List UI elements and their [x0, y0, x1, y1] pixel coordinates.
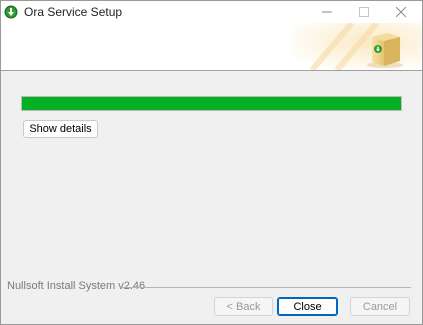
progress-fill: [22, 97, 401, 110]
header-divider: [1, 70, 422, 71]
minimize-icon: [322, 11, 332, 13]
close-window-button[interactable]: [384, 1, 418, 23]
window-title: Ora Service Setup: [24, 5, 123, 19]
close-button[interactable]: Close: [277, 297, 338, 316]
header-banner: [1, 23, 422, 70]
branding-divider: [121, 287, 411, 288]
installer-window: Ora Service Setup Show details Nullsoft …: [0, 0, 423, 325]
show-details-button[interactable]: Show details: [23, 120, 98, 138]
nsis-branding-text: Nullsoft Install System v2.46: [7, 280, 149, 292]
back-button[interactable]: < Back: [214, 297, 273, 316]
installer-box-graphic: [292, 23, 422, 70]
download-arrow-icon: [4, 5, 18, 19]
install-progress-bar: [21, 96, 402, 111]
title-bar[interactable]: Ora Service Setup: [1, 1, 422, 23]
cancel-button[interactable]: Cancel: [350, 297, 410, 316]
maximize-button[interactable]: [347, 1, 381, 23]
minimize-button[interactable]: [310, 1, 344, 23]
maximize-icon: [359, 7, 369, 17]
close-icon: [396, 7, 406, 17]
